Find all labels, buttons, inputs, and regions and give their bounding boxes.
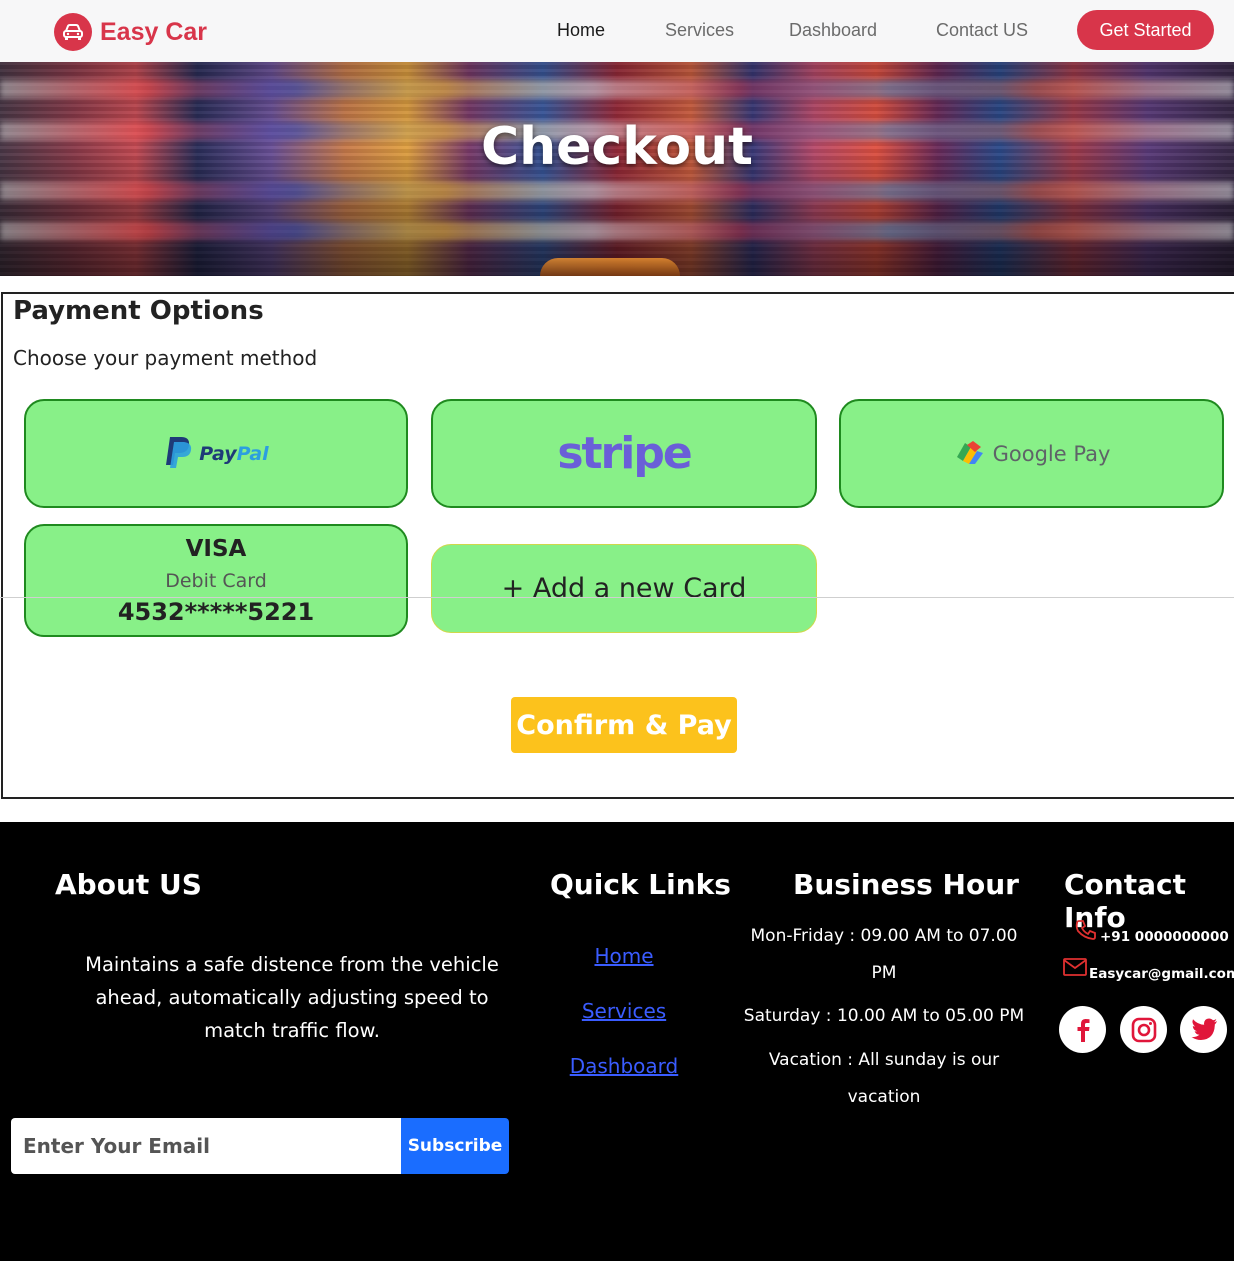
phone-icon	[1074, 918, 1098, 946]
visa-debit-card-option[interactable]: VISA Debit Card 4532*****5221	[24, 524, 408, 637]
nav-link-dashboard[interactable]: Dashboard	[789, 20, 877, 41]
add-card-label: + Add a new Card	[501, 573, 747, 604]
stripe-wordmark: stripe	[557, 428, 692, 479]
paypal-wordmark: PayPal	[199, 442, 269, 465]
paypal-icon	[163, 435, 193, 473]
hours-saturday: Saturday : 10.00 AM to 05.00 PM	[743, 1006, 1025, 1026]
subscribe-button[interactable]: Subscribe	[401, 1118, 509, 1174]
hero-banner: Checkout	[0, 62, 1234, 276]
car-icon	[54, 13, 92, 51]
google-pay-option[interactable]: Google Pay	[839, 399, 1224, 508]
card-brand: VISA	[185, 535, 247, 562]
divider	[0, 597, 1234, 598]
stripe-option[interactable]: stripe	[431, 399, 817, 508]
facebook-icon[interactable]	[1059, 1006, 1106, 1053]
nav-link-home[interactable]: Home	[557, 20, 605, 41]
get-started-button[interactable]: Get Started	[1077, 10, 1214, 50]
mail-icon	[1063, 957, 1087, 981]
hero-streak	[0, 182, 1234, 200]
payment-subtitle: Choose your payment method	[13, 346, 318, 370]
about-text: Maintains a safe distence from the vehic…	[85, 953, 499, 1042]
navbar: Easy Car Home Services Dashboard Contact…	[0, 0, 1234, 62]
hero-car-image	[540, 258, 680, 276]
confirm-pay-button[interactable]: Confirm & Pay	[511, 697, 737, 753]
add-new-card-button[interactable]: + Add a new Card	[431, 544, 817, 633]
contact-phone: +91 0000000000	[1074, 918, 1229, 946]
footer-link-home[interactable]: Home	[524, 944, 724, 968]
brand-logo[interactable]: Easy Car	[54, 13, 207, 51]
hours-weekday: Mon-Friday : 09.00 AM to 07.00 PM	[750, 926, 1018, 983]
twitter-icon[interactable]	[1180, 1006, 1227, 1053]
about-heading: About US	[55, 868, 202, 901]
brand-name: Easy Car	[100, 17, 208, 46]
footer-link-dashboard[interactable]: Dashboard	[524, 1054, 724, 1078]
card-type: Debit Card	[165, 569, 267, 592]
quick-links-heading: Quick Links	[550, 868, 731, 901]
instagram-icon[interactable]	[1120, 1006, 1167, 1053]
nav-link-contact[interactable]: Contact US	[936, 20, 1028, 41]
footer: About US Maintains a safe distence from …	[0, 822, 1234, 1261]
hero-streak	[0, 80, 1234, 98]
contact-email: Easycar@gmail.com	[1063, 956, 1234, 982]
google-pay-label: Google Pay	[992, 441, 1111, 466]
business-hour-heading: Business Hour	[793, 868, 1019, 901]
hours-vacation: Vacation : All sunday is our vacation	[768, 1050, 1000, 1107]
email-input[interactable]	[11, 1118, 401, 1174]
page-title: Checkout	[480, 117, 754, 177]
payment-section: Payment Options Choose your payment meth…	[0, 276, 1234, 822]
hero-streak	[0, 222, 1234, 240]
newsletter-form: Subscribe	[11, 1118, 509, 1174]
google-pay-icon	[953, 439, 985, 469]
footer-link-services[interactable]: Services	[524, 999, 724, 1023]
payment-title: Payment Options	[13, 296, 264, 326]
paypal-option[interactable]: PayPal	[24, 399, 408, 508]
card-number: 4532*****5221	[117, 597, 315, 626]
nav-link-services[interactable]: Services	[665, 20, 734, 41]
